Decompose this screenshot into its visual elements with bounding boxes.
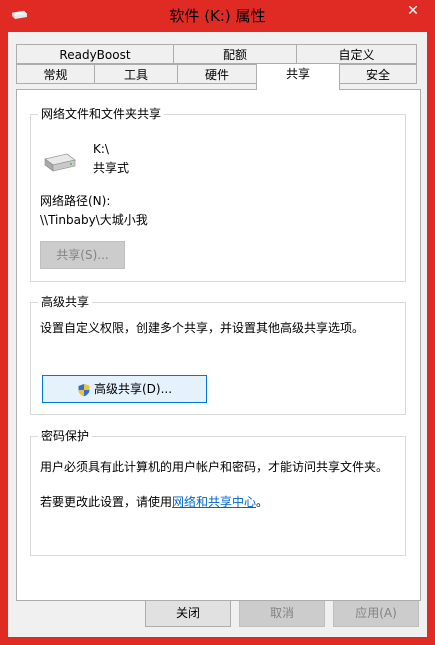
network-path-value: \\Tinbaby\大城小我 bbox=[40, 213, 148, 227]
advanced-sharing-title: 高级共享 bbox=[38, 295, 93, 310]
uac-shield-icon bbox=[78, 383, 90, 396]
drive-name: K:\ bbox=[93, 142, 109, 156]
drive-icon bbox=[44, 153, 76, 172]
window-title: 软件 (K:) 属性 bbox=[169, 7, 266, 25]
tab-readyboost[interactable]: ReadyBoost bbox=[16, 44, 174, 64]
network-sharing-group: 网络文件和文件夹共享 K:\ 共享式 网络路径(N): \\Tinbaby\大城… bbox=[30, 107, 406, 282]
change-setting-suffix: 。 bbox=[256, 495, 269, 509]
apply-button[interactable]: 应用(A) bbox=[333, 599, 419, 627]
change-setting-prefix: 若要更改此设置，请使用 bbox=[40, 495, 173, 509]
tab-sharing[interactable]: 共享 bbox=[256, 63, 340, 90]
password-protection-group: 密码保护 用户必须具有此计算机的用户帐户和密码，才能访问共享文件夹。 若要更改此… bbox=[30, 429, 406, 556]
tab-general[interactable]: 常规 bbox=[16, 64, 95, 84]
network-path-label: 网络路径(N): bbox=[40, 194, 111, 208]
share-button[interactable]: 共享(S)... bbox=[40, 241, 125, 269]
tab-quota[interactable]: 配额 bbox=[173, 44, 297, 64]
network-sharing-title: 网络文件和文件夹共享 bbox=[38, 107, 165, 122]
tab-customize[interactable]: 自定义 bbox=[296, 44, 417, 64]
drive-share-status: 共享式 bbox=[93, 161, 130, 175]
advanced-sharing-description: 设置自定义权限，创建多个共享，并设置其他高级共享选项。 bbox=[40, 321, 365, 335]
advanced-sharing-button-label: 高级共享(D)... bbox=[93, 382, 173, 396]
close-button[interactable]: 关闭 bbox=[145, 599, 231, 627]
close-icon[interactable]: ✕ bbox=[398, 1, 428, 21]
cancel-button[interactable]: 取消 bbox=[239, 599, 325, 627]
advanced-sharing-button[interactable]: 高级共享(D)... bbox=[42, 375, 207, 403]
advanced-sharing-group: 高级共享 设置自定义权限，创建多个共享，并设置其他高级共享选项。 高级共享(D)… bbox=[30, 295, 406, 415]
tab-tools[interactable]: 工具 bbox=[94, 64, 178, 84]
password-protection-description: 用户必须具有此计算机的用户帐户和密码，才能访问共享文件夹。 bbox=[40, 460, 389, 474]
password-protection-title: 密码保护 bbox=[38, 429, 93, 444]
dialog-client: ReadyBoost 配额 自定义 常规 工具 硬件 共享 安全 网络文件和文件… bbox=[8, 32, 427, 637]
network-sharing-center-link[interactable]: 网络和共享中心 bbox=[172, 495, 256, 509]
sharing-tab-page: 网络文件和文件夹共享 K:\ 共享式 网络路径(N): \\Tinbaby\大城… bbox=[16, 89, 421, 601]
tab-security[interactable]: 安全 bbox=[339, 64, 417, 84]
change-setting-text: 若要更改此设置，请使用网络和共享中心。 bbox=[40, 495, 268, 510]
tab-hardware[interactable]: 硬件 bbox=[177, 64, 257, 84]
